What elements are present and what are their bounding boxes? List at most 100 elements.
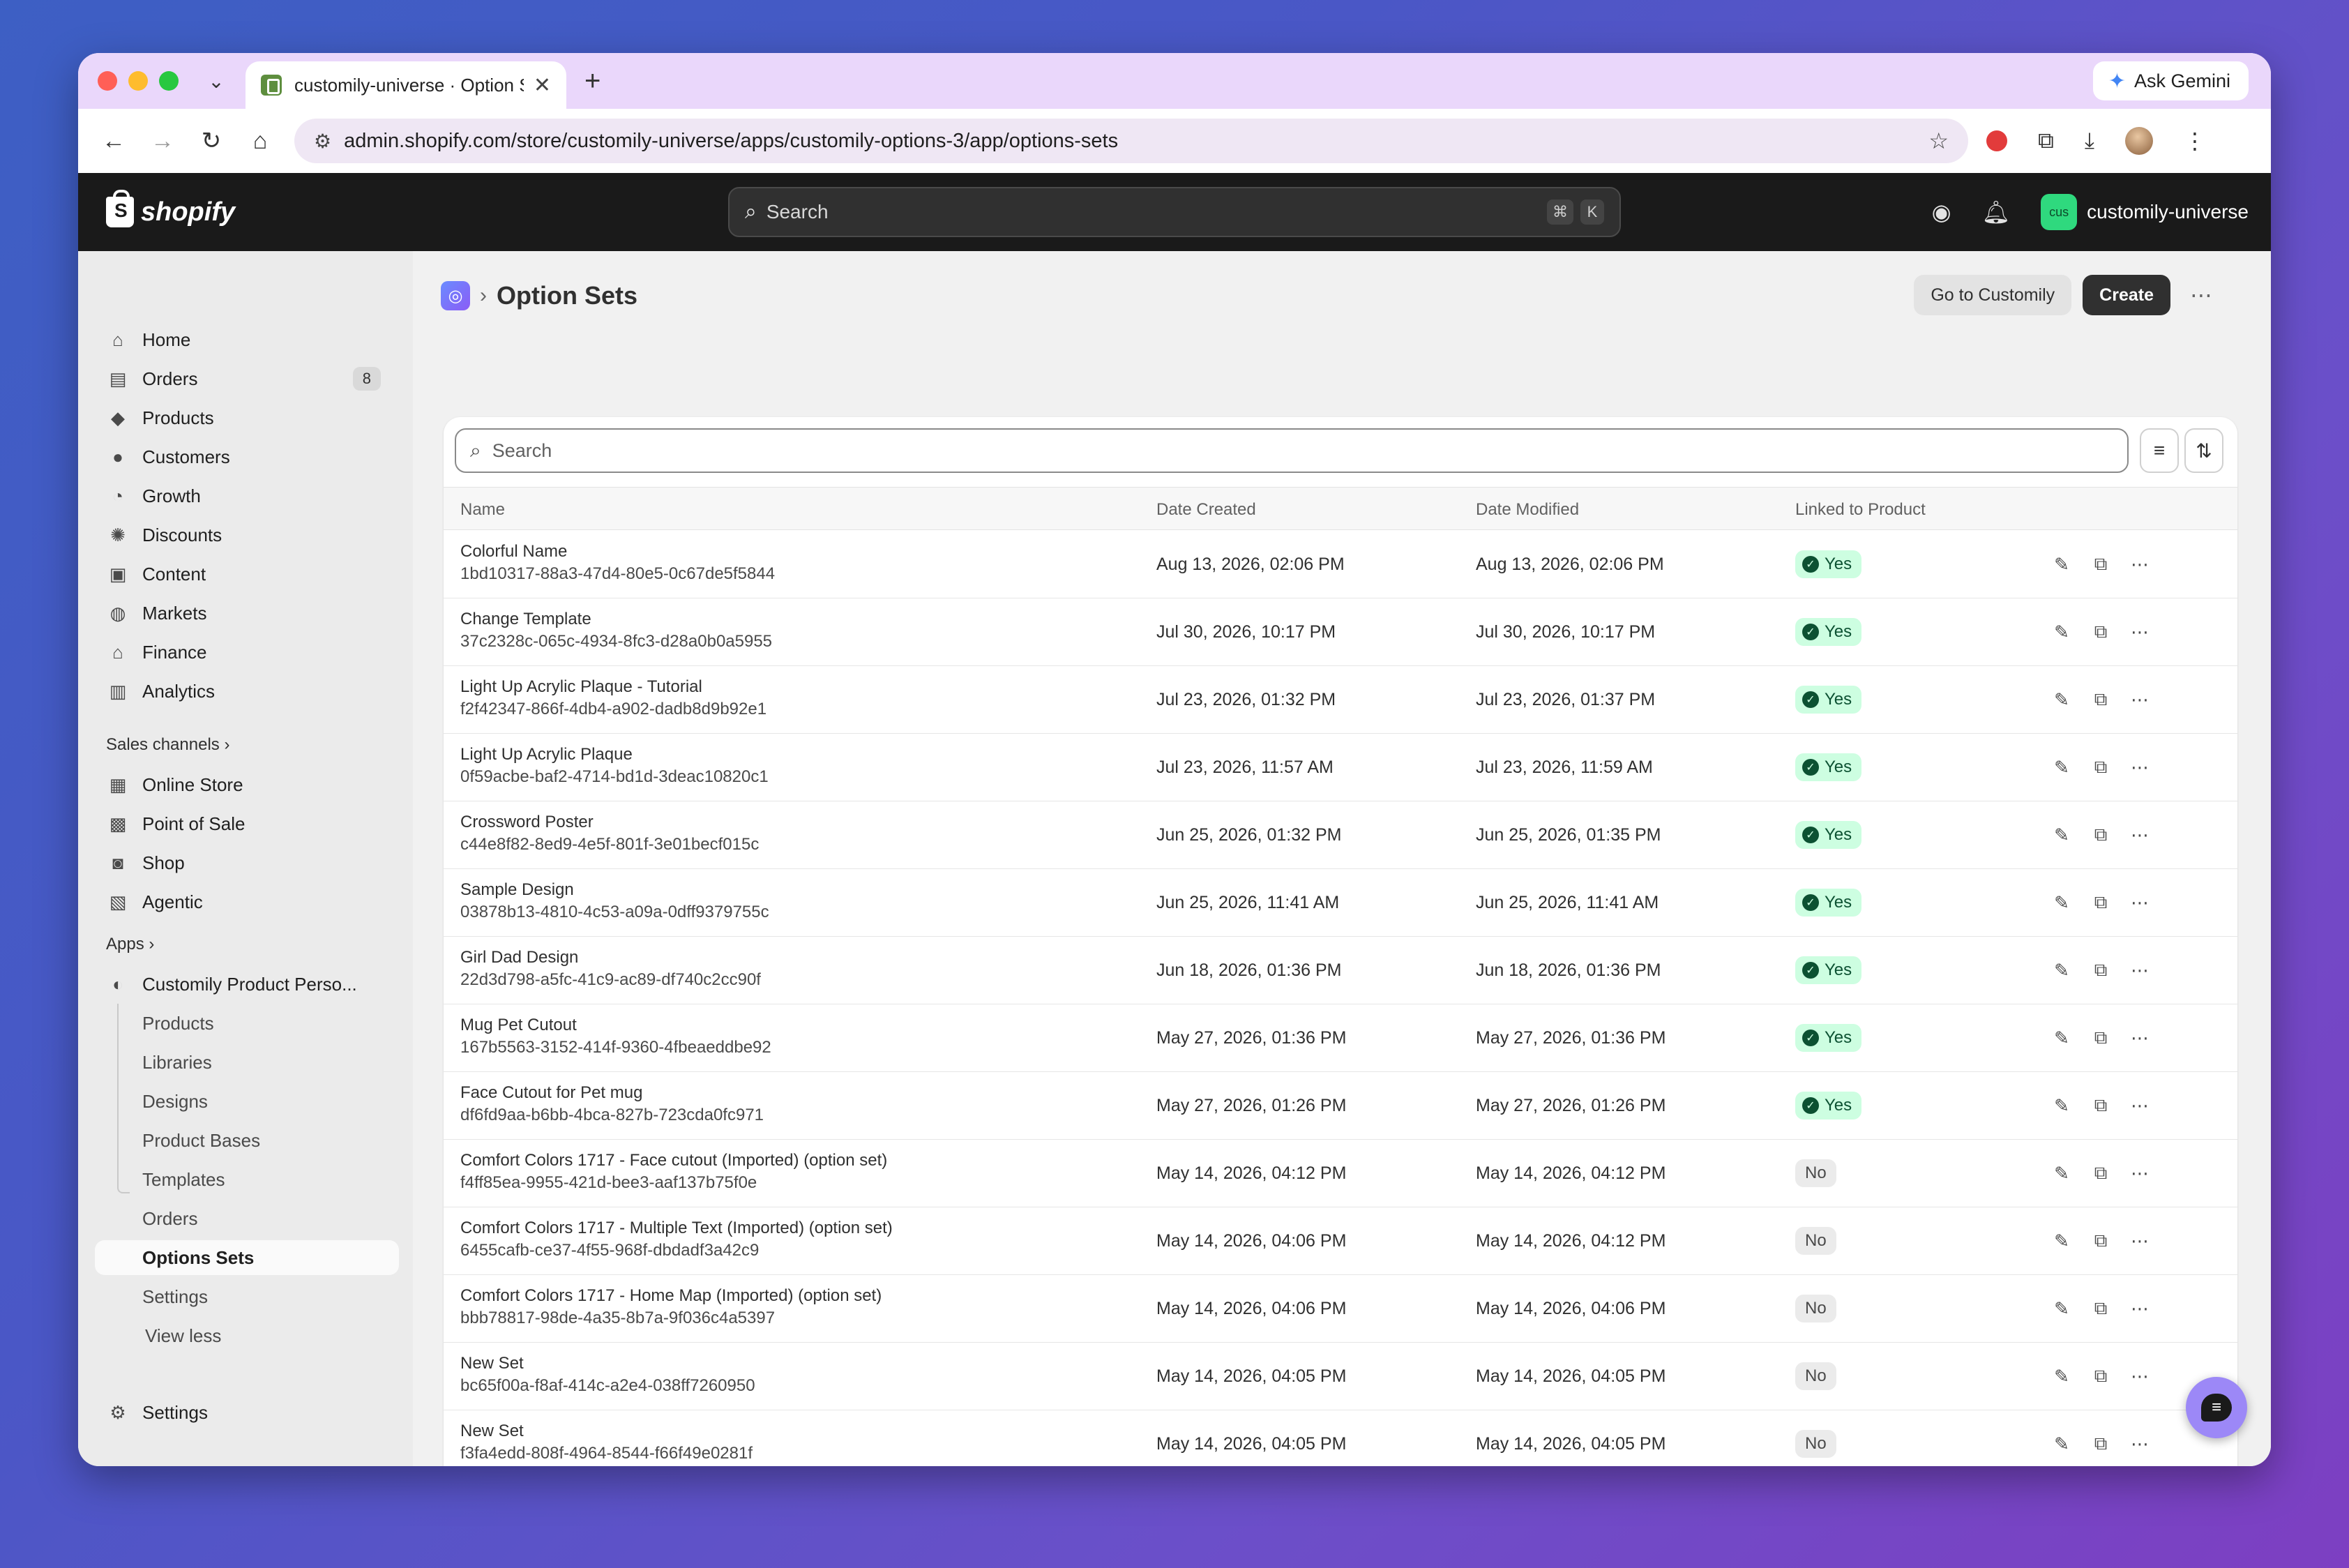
app-subitem-products[interactable]: Products [142,1006,214,1041]
option-set-name[interactable]: Colorful Name [460,542,567,561]
reload-button[interactable]: ↻ [187,127,236,155]
bell-icon[interactable]: 🔔︎ [1982,199,2011,225]
create-button[interactable]: Create [2083,275,2170,315]
table-row[interactable]: Light Up Acrylic Plaque - Tutorial f2f423… [444,666,2237,734]
app-subitem-libraries[interactable]: Libraries [142,1045,212,1080]
duplicate-icon[interactable]: ⧉ [2087,1024,2115,1052]
table-row[interactable]: Girl Dad Design 22d3d798-a5fc-41c9-ac89-d… [444,937,2237,1004]
app-subitem-settings[interactable]: Settings [142,1279,208,1314]
sidebar-item-customers[interactable]: ● Customers [95,439,388,474]
edit-pencil-icon[interactable]: ✎ [2048,618,2076,646]
edit-pencil-icon[interactable]: ✎ [2048,753,2076,781]
edit-pencil-icon[interactable]: ✎ [2048,1024,2076,1052]
row-more-icon[interactable]: ⋯ [2126,686,2154,714]
sidebar-item-products[interactable]: ◆ Products [95,400,388,435]
sidebar-item-settings[interactable]: ⚙ Settings [95,1395,388,1430]
tab-search-chevron-icon[interactable]: ⌄ [202,67,230,95]
duplicate-icon[interactable]: ⧉ [2087,618,2115,646]
option-set-name[interactable]: Comfort Colors 1717 - Home Map (Imported… [460,1286,882,1306]
row-more-icon[interactable]: ⋯ [2126,889,2154,917]
table-row[interactable]: Face Cutout for Pet mug df6fd9aa-b6bb-4bc… [444,1072,2237,1140]
table-row[interactable]: Light Up Acrylic Plaque 0f59acbe-baf2-471… [444,734,2237,801]
sidebar-item-point-of-sale[interactable]: ▩ Point of Sale [95,806,388,841]
duplicate-icon[interactable]: ⧉ [2087,1092,2115,1120]
sidebar-item-online-store[interactable]: ▦ Online Store [95,767,388,802]
go-to-customily-button[interactable]: Go to Customily [1914,275,2072,315]
customily-logo-icon[interactable]: ◎ [441,281,470,310]
more-actions-icon[interactable]: ⋯ [2182,275,2222,315]
edit-pencil-icon[interactable]: ✎ [2048,1430,2076,1458]
option-set-name[interactable]: Face Cutout for Pet mug [460,1083,642,1103]
apps-heading[interactable]: Apps › [106,935,154,954]
table-row[interactable]: Sample Design 03878b13-4810-4c53-a09a-0df… [444,869,2237,937]
sidebar-item-markets[interactable]: ◍ Markets [95,596,388,631]
edit-pencil-icon[interactable]: ✎ [2048,550,2076,578]
app-subitem-product-bases[interactable]: Product Bases [142,1123,260,1158]
close-tab-icon[interactable]: ✕ [534,73,551,98]
option-set-name[interactable]: Comfort Colors 1717 - Face cutout (Impor… [460,1151,887,1170]
option-set-name[interactable]: Crossword Poster [460,813,594,832]
edit-pencil-icon[interactable]: ✎ [2048,1362,2076,1390]
row-more-icon[interactable]: ⋯ [2126,550,2154,578]
edit-pencil-icon[interactable]: ✎ [2048,821,2076,849]
edit-pencil-icon[interactable]: ✎ [2048,956,2076,984]
site-settings-icon[interactable]: ⚙ [314,130,331,153]
row-more-icon[interactable]: ⋯ [2126,1362,2154,1390]
row-more-icon[interactable]: ⋯ [2126,1092,2154,1120]
option-set-name[interactable]: Sample Design [460,880,574,900]
minimize-window-button[interactable] [128,71,148,91]
table-row[interactable]: Comfort Colors 1717 - Face cutout (Impor… [444,1140,2237,1207]
duplicate-icon[interactable]: ⧉ [2087,1227,2115,1255]
table-row[interactable]: New Set bc65f00a-f8af-414c-a2e4-038ff7260… [444,1343,2237,1410]
bookmark-star-icon[interactable]: ☆ [1928,128,1949,154]
option-set-name[interactable]: Mug Pet Cutout [460,1016,577,1035]
row-more-icon[interactable]: ⋯ [2126,1159,2154,1187]
row-more-icon[interactable]: ⋯ [2126,753,2154,781]
option-set-name[interactable]: New Set [460,1354,524,1373]
option-set-name[interactable]: Change Template [460,610,591,629]
store-menu[interactable]: cus customily-universe [2041,194,2249,230]
edit-pencil-icon[interactable]: ✎ [2048,1092,2076,1120]
sidebar-item-discounts[interactable]: ✺ Discounts [95,518,388,552]
address-bar[interactable]: ⚙ admin.shopify.com/store/customily-univ… [294,119,1968,163]
sidebar-item-agentic[interactable]: ▧ Agentic [95,884,388,919]
extensions-puzzle-icon[interactable]: ⧉ [2038,128,2054,154]
option-set-name[interactable]: Light Up Acrylic Plaque - Tutorial [460,677,702,697]
row-more-icon[interactable]: ⋯ [2126,1430,2154,1458]
close-window-button[interactable] [98,71,117,91]
table-row[interactable]: Change Template 37c2328c-065c-4934-8fc3-d… [444,598,2237,666]
profile-avatar[interactable] [2125,127,2154,155]
sidebar-item-analytics[interactable]: ▥ Analytics [95,674,388,709]
edit-pencil-icon[interactable]: ✎ [2048,1295,2076,1322]
back-button[interactable]: ← [89,128,138,155]
table-row[interactable]: Colorful Name 1bd10317-88a3-47d4-80e5-0c6… [444,531,2237,598]
sidebar-item-finance[interactable]: ⌂ Finance [95,635,388,670]
table-row[interactable]: Comfort Colors 1717 - Home Map (Imported… [444,1275,2237,1343]
option-set-name[interactable]: Girl Dad Design [460,948,578,967]
ask-gemini-button[interactable]: ✦ Ask Gemini [2092,61,2249,100]
extension-red-icon[interactable] [1986,130,2007,151]
row-more-icon[interactable]: ⋯ [2126,1227,2154,1255]
duplicate-icon[interactable]: ⧉ [2087,956,2115,984]
forward-button[interactable]: → [138,128,187,155]
table-row[interactable]: Crossword Poster c44e8f82-8ed9-4e5f-801f-… [444,801,2237,869]
duplicate-icon[interactable]: ⧉ [2087,1159,2115,1187]
row-more-icon[interactable]: ⋯ [2126,1295,2154,1322]
url-text[interactable]: admin.shopify.com/store/customily-univer… [344,130,1928,153]
download-icon[interactable]: ⤓ [2085,128,2094,154]
table-search-input[interactable]: ⌕ Search [455,428,2129,473]
sidebar-item-content[interactable]: ▣ Content [95,557,388,591]
option-set-name[interactable]: Comfort Colors 1717 - Multiple Text (Imp… [460,1219,893,1238]
app-subitem-designs[interactable]: Designs [142,1084,208,1119]
duplicate-icon[interactable]: ⧉ [2087,550,2115,578]
column-header-linked[interactable]: Linked to Product [1795,500,1926,520]
edit-pencil-icon[interactable]: ✎ [2048,1227,2076,1255]
duplicate-icon[interactable]: ⧉ [2087,1430,2115,1458]
sidekick-icon[interactable]: ◉ [1932,199,1951,225]
edit-pencil-icon[interactable]: ✎ [2048,889,2076,917]
sidebar-item-orders[interactable]: ▤ Orders 8 [95,361,388,396]
admin-search-input[interactable]: ⌕ Search ⌘ K [728,187,1621,237]
column-header-date-created[interactable]: Date Created [1156,500,1256,520]
app-subitem-options-sets[interactable]: Options Sets [95,1240,399,1275]
home-button[interactable]: ⌂ [236,128,285,155]
